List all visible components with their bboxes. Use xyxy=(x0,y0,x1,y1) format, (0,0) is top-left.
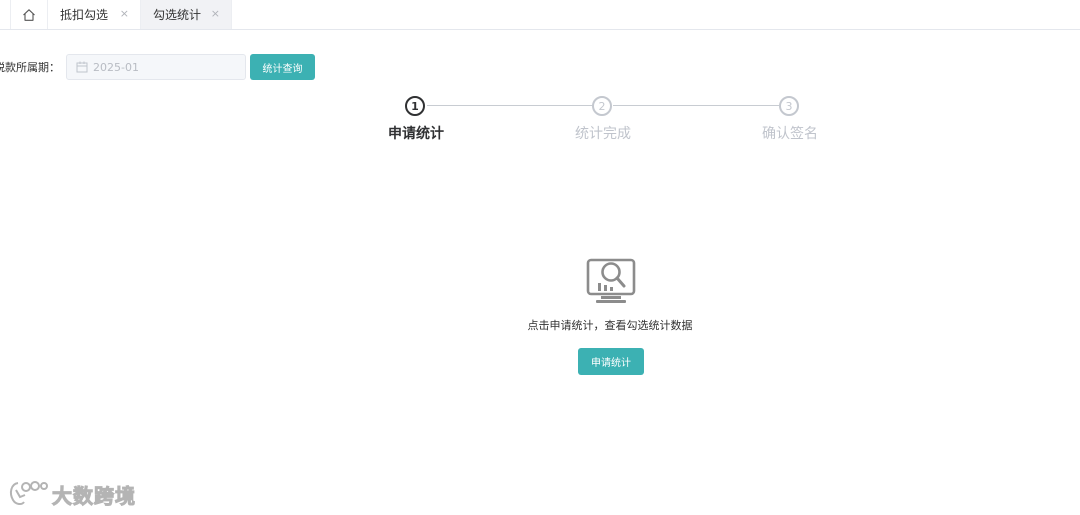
tax-period-value: 2025-01 xyxy=(93,60,139,74)
step-connector xyxy=(613,105,779,106)
tab-label: 勾选统计 xyxy=(153,8,202,22)
watermark-text: 大数跨境 xyxy=(52,483,136,508)
watermark: 大数跨境 xyxy=(8,478,136,510)
apply-statistics-button[interactable]: 申请统计 xyxy=(578,348,644,375)
tax-period-label: 税款所属期： xyxy=(0,61,60,74)
tab-label: 抵扣勾选 xyxy=(60,8,109,22)
watermark-logo-icon xyxy=(9,481,48,506)
step-1-title: 申请统计 xyxy=(388,126,444,142)
step-3-title: 确认签名 xyxy=(762,126,818,142)
tab-deduction-select[interactable]: 抵扣勾选 × xyxy=(48,0,141,29)
monitor-search-icon xyxy=(586,258,636,303)
close-icon[interactable]: × xyxy=(211,8,220,20)
home-icon xyxy=(23,8,35,21)
tab-selection-statistics[interactable]: 勾选统计 × xyxy=(141,0,232,29)
page: 抵扣勾选 × 勾选统计 × 税款所属期： 2025-01 统计查询 1 2 3 … xyxy=(0,0,1080,515)
step-3-number: 3 xyxy=(779,96,799,116)
empty-hint-text: 点击申请统计，查看勾选统计数据 xyxy=(527,319,693,332)
step-2-title: 统计完成 xyxy=(575,126,631,142)
tab-bar: 抵扣勾选 × 勾选统计 × xyxy=(0,0,1080,30)
statistics-query-button[interactable]: 统计查询 xyxy=(250,54,315,80)
step-connector xyxy=(427,105,593,106)
close-icon[interactable]: × xyxy=(120,8,129,20)
tab-home[interactable] xyxy=(10,0,48,29)
step-2-number: 2 xyxy=(592,96,612,116)
tax-period-input[interactable]: 2025-01 xyxy=(66,54,246,80)
step-1-number: 1 xyxy=(405,96,425,116)
calendar-icon xyxy=(76,61,88,73)
